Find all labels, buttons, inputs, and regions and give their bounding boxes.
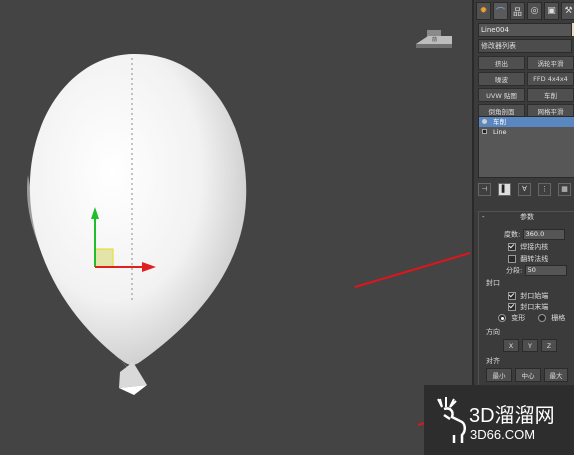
- flip-normals-label: 翻转法线: [520, 255, 549, 263]
- expand-icon[interactable]: [482, 129, 487, 134]
- axis-x-button[interactable]: X: [503, 339, 519, 352]
- segments-spinner[interactable]: 50: [524, 265, 567, 276]
- modifier-button-lathe[interactable]: 车削: [527, 88, 574, 102]
- stack-item-lathe[interactable]: 车削: [479, 117, 574, 127]
- modifier-buttons: 挤出 涡轮平滑 噪波 FFD 4x4x4 UVW 贴图 车削 倒角剖面 网格平滑: [478, 56, 574, 118]
- deer-logo-icon: [437, 397, 466, 443]
- watermark-main-text: 3D溜溜网: [469, 405, 555, 427]
- modifier-button-extrude[interactable]: 挤出: [478, 56, 525, 70]
- modifier-stack[interactable]: 车削 Line: [478, 116, 574, 178]
- align-group-title: 对齐: [486, 357, 500, 365]
- morph-radio[interactable]: [498, 314, 506, 322]
- weld-core-row[interactable]: 焊接内核: [508, 242, 548, 252]
- svg-text:前: 前: [432, 36, 437, 43]
- remove-modifier-icon[interactable]: ⋮: [538, 182, 551, 196]
- watermark: 3D溜溜网 3D66.COM: [424, 385, 574, 455]
- stack-toolbar: ⊣ ▌ ∀ ⋮ ▦: [478, 182, 574, 196]
- degrees-spinner[interactable]: 360.0: [522, 229, 565, 240]
- cap-start-row[interactable]: 封口始端: [508, 291, 548, 301]
- create-tab-icon[interactable]: ✹: [476, 2, 491, 20]
- grid-label: 栅格: [551, 314, 566, 322]
- hierarchy-tab-icon[interactable]: 品: [510, 2, 525, 20]
- direction-group-title: 方向: [486, 328, 500, 336]
- align-max-button[interactable]: 最大: [544, 368, 568, 382]
- axis-y-button[interactable]: Y: [522, 339, 538, 352]
- configure-sets-icon[interactable]: ▦: [558, 182, 571, 196]
- cap-start-checkbox[interactable]: [508, 292, 516, 300]
- cap-end-row[interactable]: 封口末端: [508, 302, 548, 312]
- balloon-body: [29, 53, 247, 366]
- command-panel-tabs: ✹ ⌒ 品 ◎ ▣ ⚒: [476, 2, 574, 20]
- flip-normals-row[interactable]: 翻转法线: [508, 254, 548, 264]
- modifier-button-ffd[interactable]: FFD 4x4x4: [527, 72, 574, 86]
- modifier-button-uvw-map[interactable]: UVW 贴图: [478, 88, 525, 102]
- stack-item-line[interactable]: Line: [479, 127, 574, 137]
- modifier-list-dropdown[interactable]: 修改器列表: [478, 39, 572, 53]
- cap-end-label: 封口末端: [520, 303, 549, 311]
- align-min-button[interactable]: 最小: [486, 368, 512, 382]
- make-unique-icon[interactable]: ∀: [518, 182, 531, 196]
- modifier-button-noise[interactable]: 噪波: [478, 72, 525, 86]
- viewcube-icon: 前: [416, 30, 452, 48]
- modify-tab-icon[interactable]: ⌒: [493, 2, 508, 20]
- object-name-field[interactable]: Line004: [478, 23, 572, 37]
- balloon-tip: [119, 362, 147, 388]
- segments-label: 分段:: [506, 266, 523, 275]
- show-end-result-icon[interactable]: ▌: [498, 182, 511, 196]
- grid-row[interactable]: 栅格: [538, 313, 565, 323]
- degrees-label: 度数:: [504, 230, 521, 239]
- cap-end-checkbox[interactable]: [508, 303, 516, 311]
- align-center-button[interactable]: 中心: [515, 368, 541, 382]
- axis-z-button[interactable]: Z: [541, 339, 557, 352]
- cap-start-label: 封口始端: [520, 292, 549, 300]
- modifier-button-turbosmooth[interactable]: 涡轮平滑: [527, 56, 574, 70]
- grid-radio[interactable]: [538, 314, 546, 322]
- viewport-scene: 前: [26, 30, 471, 426]
- watermark-sub-text: 3D66.COM: [470, 427, 536, 442]
- pin-stack-icon[interactable]: ⊣: [478, 182, 491, 196]
- segments-row: 分段: 50: [506, 265, 567, 276]
- morph-label: 变形: [511, 314, 526, 322]
- utilities-tab-icon[interactable]: ⚒: [561, 2, 574, 20]
- motion-tab-icon[interactable]: ◎: [527, 2, 542, 20]
- lightbulb-icon[interactable]: [482, 119, 487, 124]
- flip-normals-checkbox[interactable]: [508, 255, 516, 263]
- morph-row[interactable]: 变形: [498, 313, 525, 323]
- degrees-row: 度数: 360.0: [504, 229, 565, 240]
- weld-core-checkbox[interactable]: [508, 243, 516, 251]
- viewport-perspective[interactable]: 前: [0, 0, 472, 455]
- rollout-header[interactable]: - 参数: [479, 212, 574, 223]
- weld-core-label: 焊接内核: [520, 243, 549, 251]
- display-tab-icon[interactable]: ▣: [544, 2, 559, 20]
- cap-group-title: 封口: [486, 279, 500, 287]
